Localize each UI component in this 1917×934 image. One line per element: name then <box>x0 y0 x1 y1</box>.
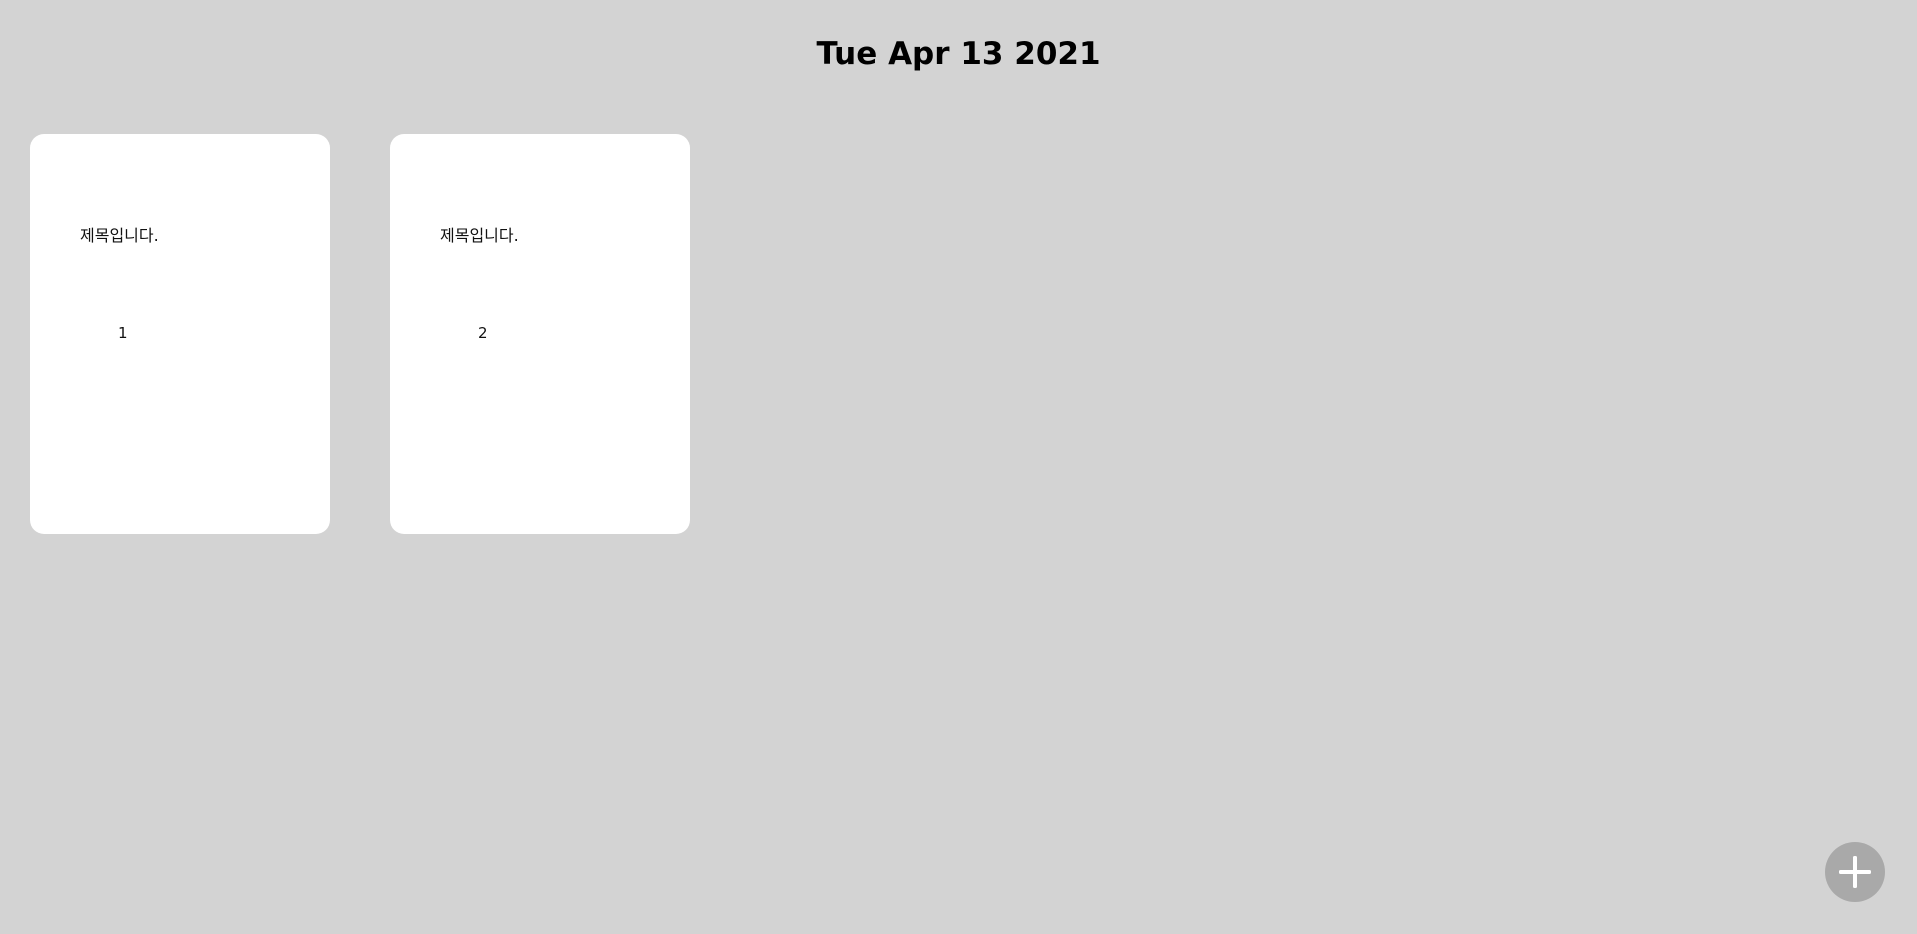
card-title: 제목입니다. <box>80 226 159 245</box>
card-title: 제목입니다. <box>440 226 519 245</box>
card-number: 2 <box>478 324 488 342</box>
card-1[interactable]: 제목입니다. 1 <box>30 134 330 534</box>
card-list: 제목입니다. 1 제목입니다. 2 <box>30 134 690 534</box>
card-number: 1 <box>118 324 128 342</box>
card-2[interactable]: 제목입니다. 2 <box>390 134 690 534</box>
page-title: Tue Apr 13 2021 <box>816 36 1101 72</box>
add-button[interactable] <box>1825 842 1885 902</box>
plus-icon <box>1835 852 1875 892</box>
